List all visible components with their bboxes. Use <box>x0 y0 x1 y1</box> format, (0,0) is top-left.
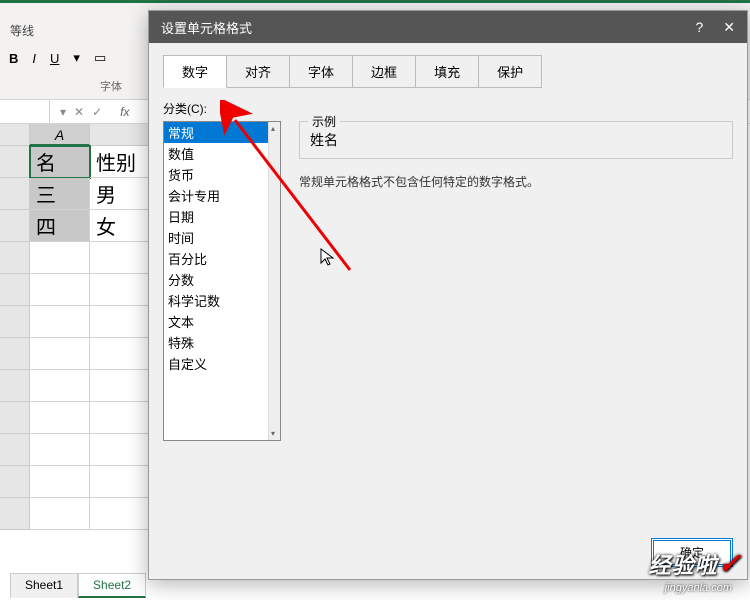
cell[interactable] <box>90 402 150 434</box>
row-header[interactable] <box>0 338 30 370</box>
cell[interactable] <box>30 498 90 530</box>
underline-dropdown-icon[interactable]: ▾ <box>69 48 84 68</box>
category-item-scientific[interactable]: 科学记数 <box>164 290 270 311</box>
category-item-accounting[interactable]: 会计专用 <box>164 185 270 206</box>
cell[interactable] <box>30 402 90 434</box>
cell-a3[interactable]: 四 <box>30 210 90 242</box>
category-item-date[interactable]: 日期 <box>164 206 270 227</box>
select-all-corner[interactable] <box>0 124 30 146</box>
border-button[interactable]: ▭ <box>90 48 110 68</box>
row-header-3[interactable] <box>0 210 30 242</box>
example-box: 示例 姓名 <box>299 121 733 159</box>
cell-a2[interactable]: 三 <box>30 178 90 210</box>
cell[interactable] <box>90 242 150 274</box>
category-item-custom[interactable]: 自定义 <box>164 353 270 374</box>
category-item-fraction[interactable]: 分数 <box>164 269 270 290</box>
watermark-url: jingyanla.com <box>665 582 732 594</box>
column-header-b[interactable] <box>90 124 150 146</box>
dialog-titlebar[interactable]: 设置单元格格式 ? ✕ <box>149 11 747 43</box>
category-item-number[interactable]: 数值 <box>164 143 270 164</box>
ribbon-group-label: 字体 <box>100 78 122 94</box>
category-label: 分类(C): <box>163 100 733 117</box>
watermark-logo: 经验啦✓ <box>649 547 742 580</box>
font-name-display: 等线 <box>10 22 34 39</box>
close-icon[interactable]: ✕ <box>723 19 735 36</box>
help-icon[interactable]: ? <box>695 19 703 36</box>
sheet-tab-2[interactable]: Sheet2 <box>78 573 146 598</box>
category-item-time[interactable]: 时间 <box>164 227 270 248</box>
sheet-tabs: Sheet1 Sheet2 <box>10 573 146 598</box>
cell[interactable] <box>90 338 150 370</box>
row-header[interactable] <box>0 498 30 530</box>
row-header[interactable] <box>0 402 30 434</box>
check-icon: ✓ <box>718 548 742 579</box>
row-header[interactable] <box>0 466 30 498</box>
cell[interactable] <box>30 274 90 306</box>
row-header-2[interactable] <box>0 178 30 210</box>
category-listbox[interactable]: 常规 数值 货币 会计专用 日期 时间 百分比 分数 科学记数 文本 特殊 自定… <box>163 121 281 441</box>
cell[interactable] <box>90 306 150 338</box>
underline-button[interactable]: U <box>46 49 63 68</box>
italic-button[interactable]: I <box>28 49 40 68</box>
row-header-1[interactable] <box>0 146 30 178</box>
column-header-a[interactable]: A <box>30 124 90 146</box>
tab-fill[interactable]: 填充 <box>415 55 479 88</box>
font-style-tools: B I U ▾ ▭ <box>5 48 110 68</box>
row-header[interactable] <box>0 370 30 402</box>
category-item-currency[interactable]: 货币 <box>164 164 270 185</box>
format-description: 常规单元格格式不包含任何特定的数字格式。 <box>299 173 733 190</box>
cell[interactable] <box>90 274 150 306</box>
cell[interactable] <box>90 434 150 466</box>
category-item-percentage[interactable]: 百分比 <box>164 248 270 269</box>
cell-b2[interactable]: 男 <box>90 178 150 210</box>
cell[interactable] <box>30 306 90 338</box>
row-header[interactable] <box>0 306 30 338</box>
name-box[interactable] <box>0 100 50 123</box>
example-label: 示例 <box>308 113 340 130</box>
cell[interactable] <box>90 466 150 498</box>
cell-a1[interactable]: 名 <box>30 146 90 178</box>
confirm-formula-icon[interactable]: ✓ <box>92 105 102 119</box>
row-header[interactable] <box>0 242 30 274</box>
bold-button[interactable]: B <box>5 49 22 68</box>
sheet-tab-1[interactable]: Sheet1 <box>10 573 78 598</box>
tab-protection[interactable]: 保护 <box>478 55 542 88</box>
category-item-text[interactable]: 文本 <box>164 311 270 332</box>
tab-font[interactable]: 字体 <box>289 55 353 88</box>
cancel-formula-icon[interactable]: ✕ <box>74 105 84 119</box>
example-value: 姓名 <box>310 130 722 150</box>
tab-border[interactable]: 边框 <box>352 55 416 88</box>
row-header[interactable] <box>0 434 30 466</box>
cell[interactable] <box>30 338 90 370</box>
title-bar-strip <box>0 0 750 3</box>
listbox-scrollbar[interactable] <box>268 122 280 440</box>
namebox-dropdown-icon[interactable]: ▾ <box>60 105 66 119</box>
tab-number[interactable]: 数字 <box>163 55 227 88</box>
category-item-general[interactable]: 常规 <box>164 122 270 143</box>
dialog-title-text: 设置单元格格式 <box>161 18 252 37</box>
cell[interactable] <box>30 370 90 402</box>
cell[interactable] <box>30 434 90 466</box>
cell-b1[interactable]: 性别 <box>90 146 150 178</box>
tab-alignment[interactable]: 对齐 <box>226 55 290 88</box>
cell[interactable] <box>30 242 90 274</box>
cell-b3[interactable]: 女 <box>90 210 150 242</box>
format-preview-panel: 示例 姓名 常规单元格格式不包含任何特定的数字格式。 <box>299 121 733 441</box>
row-header[interactable] <box>0 274 30 306</box>
fx-label[interactable]: fx <box>112 105 129 119</box>
format-cells-dialog: 设置单元格格式 ? ✕ 数字 对齐 字体 边框 填充 保护 分类(C): 常规 … <box>148 10 748 580</box>
dialog-tabs: 数字 对齐 字体 边框 填充 保护 <box>149 43 747 88</box>
cell[interactable] <box>30 466 90 498</box>
cell[interactable] <box>90 370 150 402</box>
cell[interactable] <box>90 498 150 530</box>
category-item-special[interactable]: 特殊 <box>164 332 270 353</box>
